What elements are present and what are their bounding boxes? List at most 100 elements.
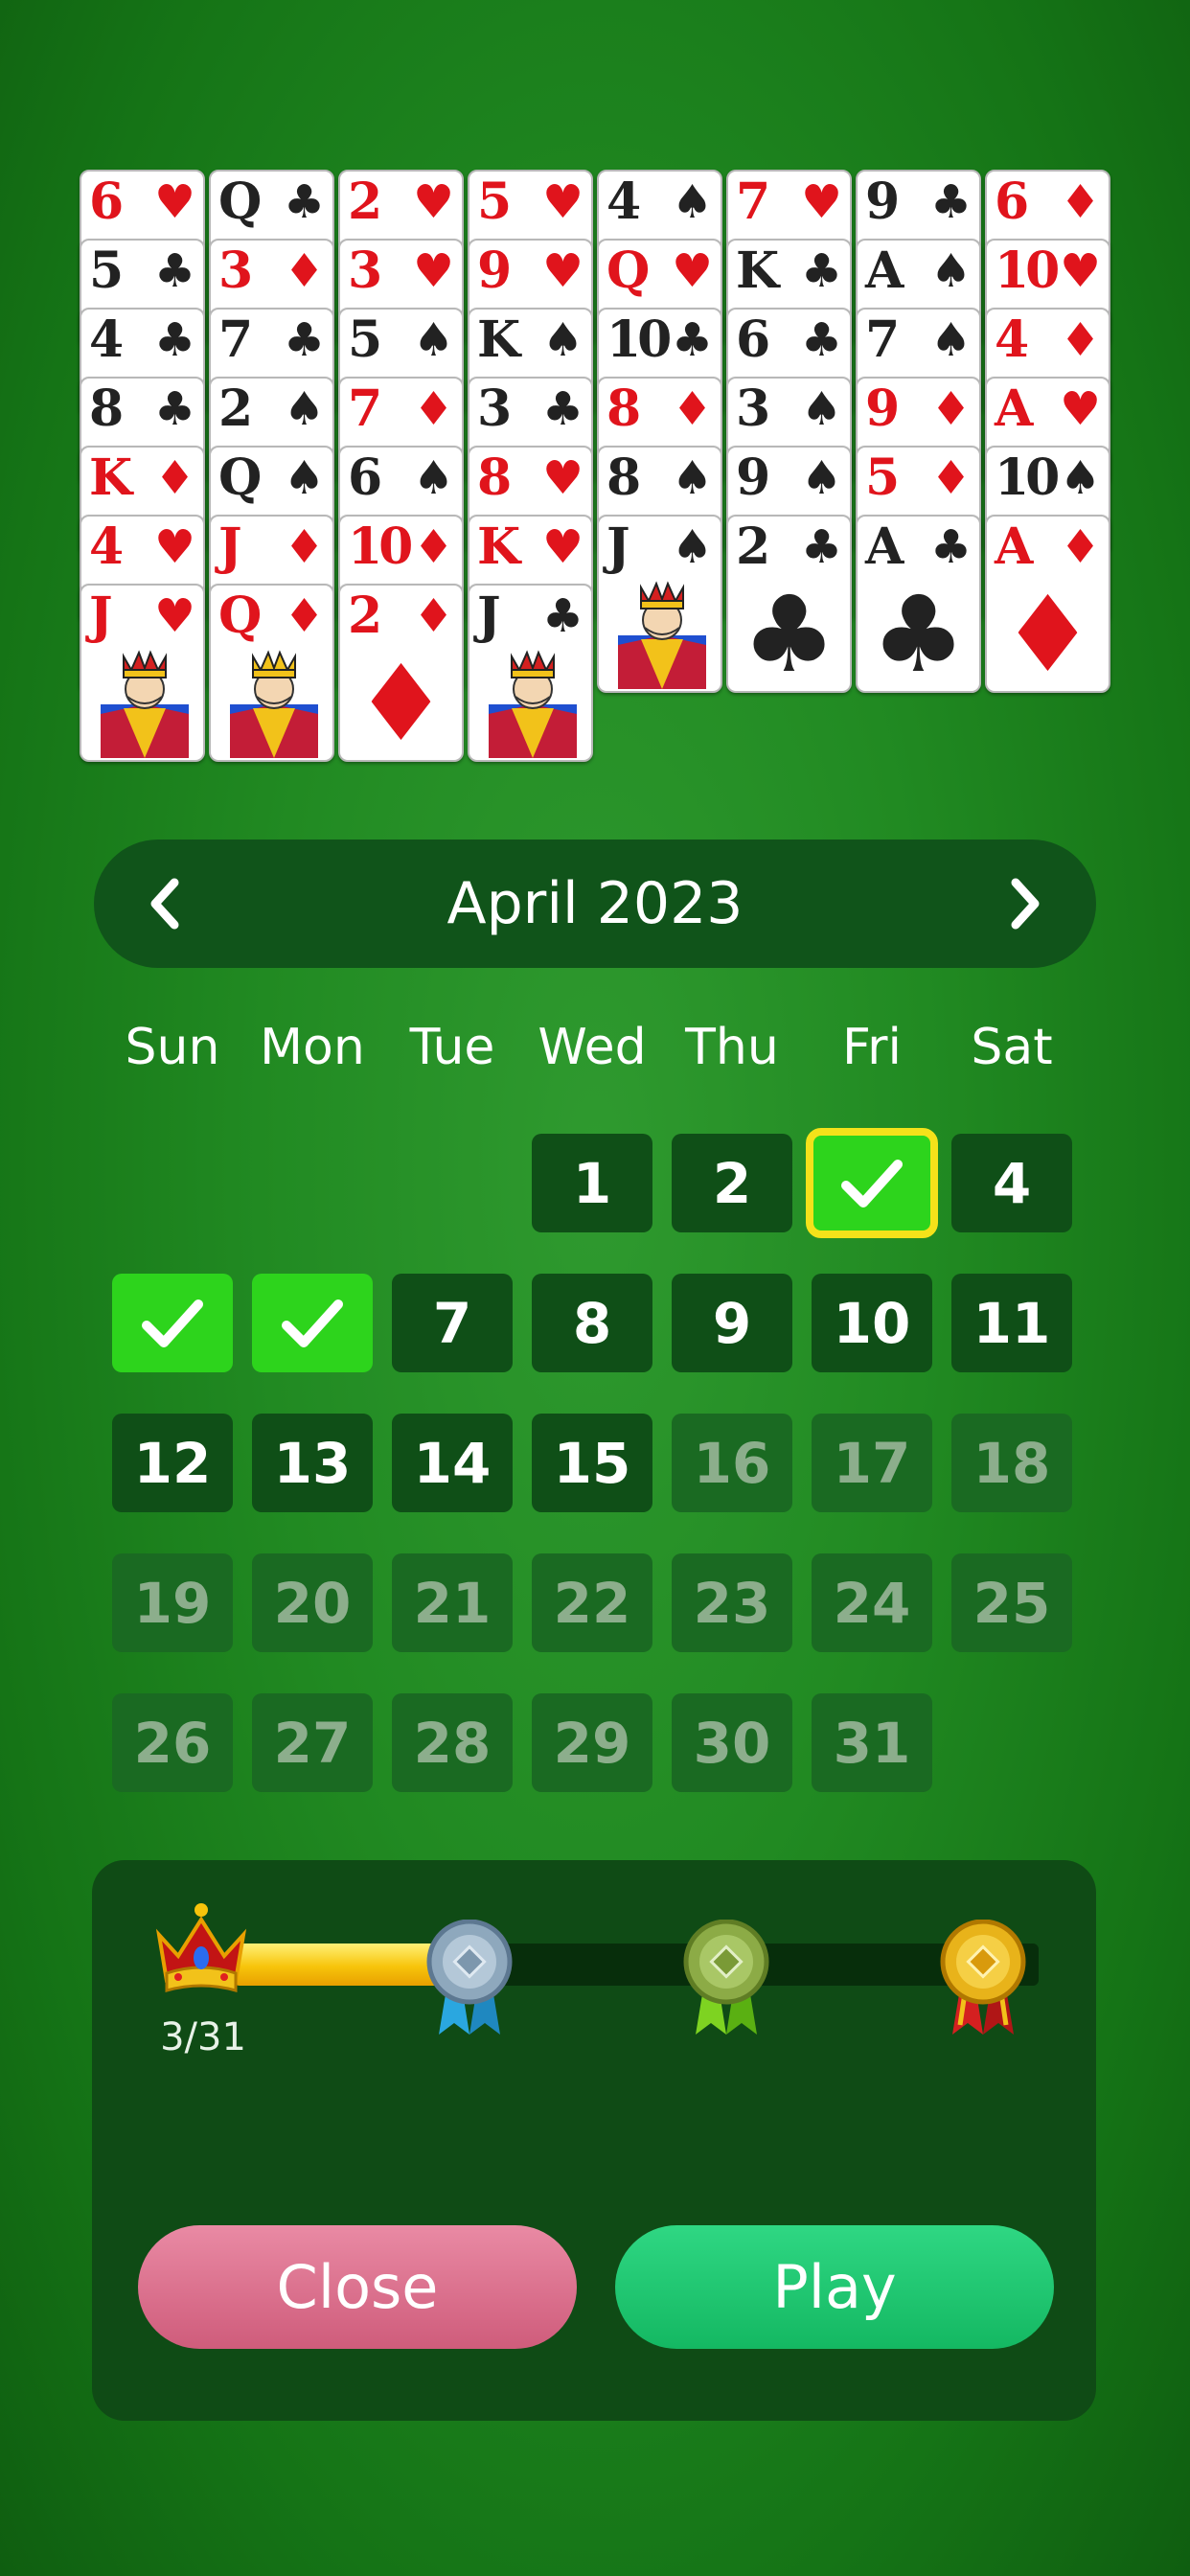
card-rank: Q	[606, 242, 650, 300]
card-rank: K	[89, 448, 132, 507]
calendar-day-6[interactable]	[252, 1274, 373, 1372]
calendar-day-27: 27	[252, 1693, 373, 1792]
calendar-day-14[interactable]: 14	[392, 1414, 513, 1512]
card-rank: 3	[736, 380, 770, 438]
card-suit-icon: ♠	[1059, 451, 1101, 505]
calendar-day-15[interactable]: 15	[532, 1414, 652, 1512]
card-rank: 5	[348, 310, 382, 369]
calendar-day-8[interactable]: 8	[532, 1274, 652, 1372]
playing-card[interactable]: A ♦ ♦	[985, 515, 1110, 693]
card-suit-icon: ♣	[283, 175, 325, 229]
checkmark-icon	[841, 1159, 903, 1208]
card-rank: 7	[736, 172, 770, 231]
card-suit-icon: ♠	[800, 382, 842, 436]
card-suit-icon: ♦	[929, 382, 972, 436]
card-suit-icon: ♦	[1059, 175, 1101, 229]
card-center-suit-icon: ♣	[742, 573, 836, 693]
card-suit-icon: ♣	[800, 520, 842, 574]
card-rank: 10	[995, 448, 1060, 507]
card-suit-icon: ♥	[412, 175, 454, 229]
playing-card[interactable]: J ♥	[80, 584, 205, 762]
card-rank: A	[995, 518, 1033, 576]
card-rank: 6	[736, 310, 770, 369]
card-suit-icon: ♦	[412, 589, 454, 643]
card-rank: 2	[736, 518, 770, 576]
close-button[interactable]: Close	[138, 2225, 577, 2349]
queen-portrait-icon	[230, 650, 318, 758]
progress-fill	[234, 1944, 441, 1986]
card-suit-icon: ♠	[412, 313, 454, 367]
card-rank: 2	[348, 586, 382, 645]
card-rank: 5	[865, 448, 900, 507]
chevron-right-icon	[1011, 878, 1040, 930]
calendar-day-28: 28	[392, 1693, 513, 1792]
card-suit-icon: ♦	[283, 589, 325, 643]
card-suit-icon: ♦	[929, 451, 972, 505]
card-suit-icon: ♠	[671, 520, 713, 574]
card-suit-icon: ♣	[541, 589, 584, 643]
card-suit-icon: ♣	[541, 382, 584, 436]
card-rank: 9	[865, 380, 900, 438]
card-suit-icon: ♥	[153, 589, 195, 643]
calendar-day-10[interactable]: 10	[812, 1274, 932, 1372]
play-button[interactable]: Play	[615, 2225, 1054, 2349]
calendar-day-17: 17	[812, 1414, 932, 1512]
card-suit-icon: ♦	[1059, 313, 1101, 367]
card-suit-icon: ♠	[929, 313, 972, 367]
card-rank: 8	[477, 448, 512, 507]
calendar-day-13[interactable]: 13	[252, 1414, 373, 1512]
next-month-button[interactable]	[968, 840, 1083, 968]
calendar-day-1[interactable]: 1	[532, 1134, 652, 1232]
calendar-day-2[interactable]: 2	[672, 1134, 792, 1232]
card-rank: 2	[218, 380, 253, 438]
card-suit-icon: ♣	[283, 313, 325, 367]
card-suit-icon: ♣	[800, 313, 842, 367]
calendar-day-3[interactable]	[806, 1128, 938, 1238]
weekday-label: Wed	[538, 1019, 647, 1076]
weekday-label: Fri	[842, 1019, 902, 1076]
card-rank: 3	[477, 380, 512, 438]
calendar-day-7[interactable]: 7	[392, 1274, 513, 1372]
calendar-day-16: 16	[672, 1414, 792, 1512]
playing-card[interactable]: A ♣ ♣	[856, 515, 981, 693]
card-suit-icon: ♠	[929, 244, 972, 298]
card-center-suit-icon: ♣	[871, 573, 966, 693]
card-rank: 10	[348, 518, 413, 576]
card-rank: K	[477, 310, 520, 369]
silver-medal-icon	[426, 1920, 513, 2035]
calendar-day-5[interactable]	[112, 1274, 233, 1372]
card-rank: 5	[89, 242, 124, 300]
calendar-day-4[interactable]: 4	[951, 1134, 1072, 1232]
card-suit-icon: ♠	[800, 451, 842, 505]
playing-card[interactable]: 2 ♣ ♣	[726, 515, 852, 693]
card-suit-icon: ♦	[412, 520, 454, 574]
card-suit-icon: ♥	[1059, 382, 1101, 436]
playing-card[interactable]: 2 ♦ ♦	[338, 584, 464, 762]
card-rank: 4	[89, 310, 124, 369]
card-suit-icon: ♦	[283, 520, 325, 574]
card-rank: K	[477, 518, 520, 576]
card-suit-icon: ♣	[800, 244, 842, 298]
calendar-day-9[interactable]: 9	[672, 1274, 792, 1372]
card-rank: 7	[348, 380, 382, 438]
card-suit-icon: ♠	[283, 451, 325, 505]
checkmark-icon	[142, 1299, 203, 1347]
card-rank: J	[218, 518, 242, 576]
playing-card[interactable]: J ♠	[597, 515, 722, 693]
calendar-day-12[interactable]: 12	[112, 1414, 233, 1512]
calendar-day-25: 25	[951, 1553, 1072, 1652]
card-rank: 2	[348, 172, 382, 231]
calendar-day-30: 30	[672, 1693, 792, 1792]
playing-card[interactable]: Q ♦	[209, 584, 334, 762]
progress-count: 3/31	[160, 2015, 246, 2059]
card-rank: A	[995, 380, 1033, 438]
card-suit-icon: ♥	[800, 175, 842, 229]
calendar-day-22: 22	[532, 1553, 652, 1652]
calendar-day-11[interactable]: 11	[951, 1274, 1072, 1372]
card-suit-icon: ♥	[1059, 244, 1101, 298]
card-suit-icon: ♠	[671, 451, 713, 505]
playing-card[interactable]: J ♣	[468, 584, 593, 762]
card-rank: J	[477, 586, 501, 645]
calendar-day-29: 29	[532, 1693, 652, 1792]
card-rank: 4	[606, 172, 641, 231]
